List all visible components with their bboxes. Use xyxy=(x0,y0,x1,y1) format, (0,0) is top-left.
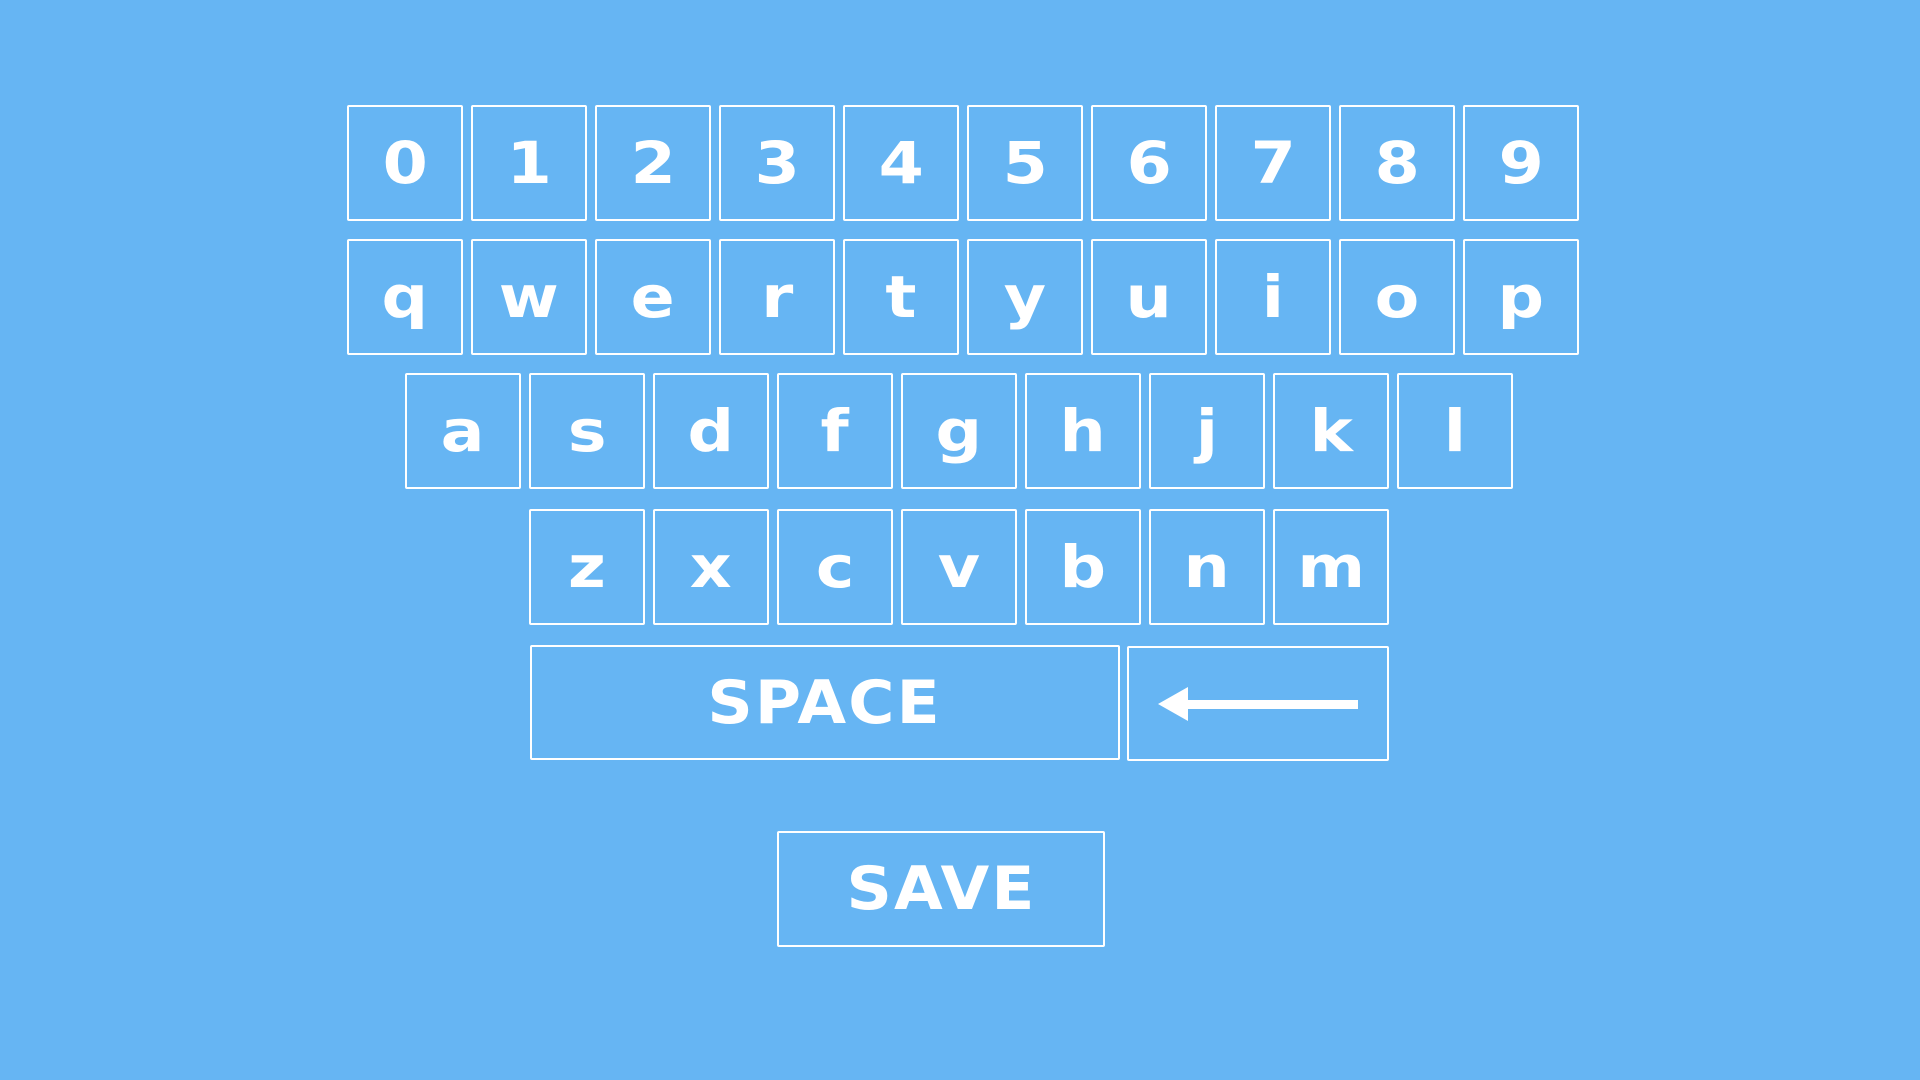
letter-key-label: v xyxy=(937,533,981,601)
letter-key-label: r xyxy=(760,263,794,331)
letter-key-t[interactable]: t xyxy=(843,239,959,355)
letter-key-p[interactable]: p xyxy=(1463,239,1579,355)
letter-key-label: l xyxy=(1443,397,1467,465)
digit-key-7[interactable]: 7 xyxy=(1215,105,1331,221)
letter-key-f[interactable]: f xyxy=(777,373,893,489)
space-key-label: SPACE xyxy=(707,667,943,738)
digit-key-5[interactable]: 5 xyxy=(967,105,1083,221)
letter-key-label: m xyxy=(1297,533,1365,601)
letter-key-n[interactable]: n xyxy=(1149,509,1265,625)
letter-key-h[interactable]: h xyxy=(1025,373,1141,489)
letter-key-j[interactable]: j xyxy=(1149,373,1265,489)
save-button[interactable]: SAVE xyxy=(777,831,1105,947)
digit-key-label: 2 xyxy=(630,129,676,197)
letter-key-label: z xyxy=(568,533,606,601)
letter-key-label: k xyxy=(1309,397,1353,465)
letter-key-u[interactable]: u xyxy=(1091,239,1207,355)
letter-key-label: d xyxy=(687,397,735,465)
letter-key-label: e xyxy=(630,263,676,331)
letter-key-label: s xyxy=(567,397,607,465)
letter-key-label: x xyxy=(690,533,732,601)
digit-key-3[interactable]: 3 xyxy=(719,105,835,221)
letter-key-label: o xyxy=(1374,263,1420,331)
letter-key-z[interactable]: z xyxy=(529,509,645,625)
digit-key-label: 6 xyxy=(1126,129,1172,197)
letter-key-w[interactable]: w xyxy=(471,239,587,355)
letter-key-label: a xyxy=(441,397,485,465)
letter-key-l[interactable]: l xyxy=(1397,373,1513,489)
digit-key-label: 5 xyxy=(1002,129,1048,197)
left-arrow-icon xyxy=(1158,686,1358,721)
letter-key-v[interactable]: v xyxy=(901,509,1017,625)
digit-key-label: 8 xyxy=(1374,129,1420,197)
save-button-label: SAVE xyxy=(845,854,1037,924)
digit-key-8[interactable]: 8 xyxy=(1339,105,1455,221)
digit-key-label: 0 xyxy=(382,129,428,197)
space-key[interactable]: SPACE xyxy=(530,645,1120,760)
digit-key-0[interactable]: 0 xyxy=(347,105,463,221)
letter-key-q[interactable]: q xyxy=(347,239,463,355)
digit-key-6[interactable]: 6 xyxy=(1091,105,1207,221)
letter-key-m[interactable]: m xyxy=(1273,509,1389,625)
letter-key-g[interactable]: g xyxy=(901,373,1017,489)
digit-key-label: 1 xyxy=(506,129,552,197)
letter-key-label: u xyxy=(1125,263,1173,331)
letter-key-label: c xyxy=(815,533,855,601)
letter-key-d[interactable]: d xyxy=(653,373,769,489)
letter-key-label: j xyxy=(1195,397,1219,465)
letter-key-o[interactable]: o xyxy=(1339,239,1455,355)
letter-key-i[interactable]: i xyxy=(1215,239,1331,355)
digit-key-label: 4 xyxy=(878,129,924,197)
letter-key-e[interactable]: e xyxy=(595,239,711,355)
letter-key-label: y xyxy=(1003,263,1047,331)
letter-key-x[interactable]: x xyxy=(653,509,769,625)
letter-key-label: p xyxy=(1497,263,1545,331)
letter-key-label: n xyxy=(1183,533,1231,601)
letter-key-label: g xyxy=(935,397,983,465)
letter-key-label: t xyxy=(885,263,917,331)
letter-key-label: w xyxy=(498,263,560,331)
letter-key-label: f xyxy=(820,397,850,465)
digit-key-label: 7 xyxy=(1250,129,1296,197)
letter-key-label: i xyxy=(1261,263,1285,331)
letter-key-label: q xyxy=(381,263,429,331)
letter-key-b[interactable]: b xyxy=(1025,509,1141,625)
letter-key-y[interactable]: y xyxy=(967,239,1083,355)
letter-key-a[interactable]: a xyxy=(405,373,521,489)
letter-key-c[interactable]: c xyxy=(777,509,893,625)
letter-key-label: h xyxy=(1059,397,1107,465)
digit-key-9[interactable]: 9 xyxy=(1463,105,1579,221)
letter-key-label: b xyxy=(1059,533,1107,601)
letter-key-k[interactable]: k xyxy=(1273,373,1389,489)
letter-key-s[interactable]: s xyxy=(529,373,645,489)
letter-key-r[interactable]: r xyxy=(719,239,835,355)
backspace-key[interactable] xyxy=(1127,646,1389,761)
digit-key-label: 3 xyxy=(754,129,800,197)
digit-key-4[interactable]: 4 xyxy=(843,105,959,221)
digit-key-1[interactable]: 1 xyxy=(471,105,587,221)
digit-key-2[interactable]: 2 xyxy=(595,105,711,221)
digit-key-label: 9 xyxy=(1498,129,1544,197)
